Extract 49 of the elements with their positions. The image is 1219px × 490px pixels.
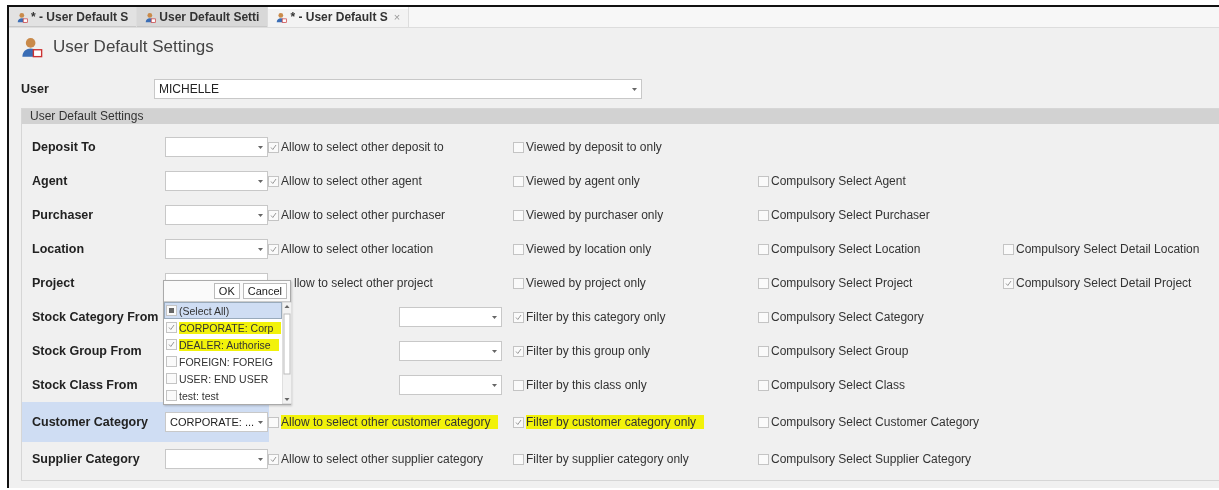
list-item[interactable]: test: test: [164, 387, 283, 404]
checkbox[interactable]: Compulsory Select Supplier Category: [758, 452, 972, 466]
checkbox[interactable]: Compulsory Select Group: [758, 344, 909, 358]
checkbox[interactable]: Compulsory Select Agent: [758, 174, 906, 188]
checkbox[interactable]: Compulsory Select Purchaser: [758, 208, 930, 222]
checkbox[interactable]: Viewed by purchaser only: [513, 208, 664, 222]
checkbox[interactable]: Compulsory Select Category: [758, 310, 924, 324]
field-label: Stock Category From: [32, 310, 160, 324]
field-label: Stock Class From: [32, 378, 139, 392]
checkbox[interactable]: Compulsory Select Class: [758, 378, 906, 392]
checkbox[interactable]: Compulsory Select Location: [758, 242, 921, 256]
list-item[interactable]: (Select All): [164, 302, 283, 319]
document-tab[interactable]: * - User Default S: [9, 7, 138, 27]
checkbox[interactable]: Allow to select other supplier category: [268, 452, 484, 466]
field-label: Supplier Category: [32, 452, 141, 466]
user-combo-box[interactable]: MICHELLE: [154, 79, 642, 99]
page-title: User Default Settings: [53, 37, 214, 57]
field-label: Agent: [32, 174, 69, 188]
combo-box[interactable]: CORPORATE: ...: [165, 412, 268, 432]
checkbox[interactable]: Viewed by location only: [513, 242, 652, 256]
list-item[interactable]: FOREIGN: FOREIG: [164, 353, 283, 370]
checkbox[interactable]: Viewed by agent only: [513, 174, 640, 188]
ok-button[interactable]: OK: [213, 283, 240, 299]
checkbox[interactable]: Allow to select other location: [268, 242, 434, 256]
field-label: Purchaser: [32, 208, 95, 222]
checkbox[interactable]: Filter by this group only: [513, 344, 651, 358]
checkbox[interactable]: Filter by this category only: [513, 310, 666, 324]
cancel-button[interactable]: Cancel: [242, 283, 287, 299]
checkbox[interactable]: Allow to select other agent: [268, 174, 422, 188]
group-title: User Default Settings: [22, 109, 1219, 124]
field-label: Location: [32, 242, 86, 256]
checkbox[interactable]: Filter by this class only: [513, 378, 647, 392]
checkbox[interactable]: Allow to select other purchaser: [268, 208, 446, 222]
list-item[interactable]: USER: END USER: [164, 370, 283, 387]
document-tab[interactable]: * - User Default S ×: [268, 7, 410, 27]
field-label: Stock Group From: [32, 344, 143, 358]
document-tab[interactable]: User Default Setti: [137, 7, 269, 27]
field-label: User: [21, 82, 50, 96]
checkbox[interactable]: Compulsory Select Detail Location: [1003, 242, 1200, 256]
checkbox[interactable]: Viewed by deposit to only: [513, 140, 662, 154]
checkbox[interactable]: Compulsory Select Project: [758, 276, 913, 290]
checkbox[interactable]: Filter by supplier category only: [513, 452, 689, 466]
field-label: Deposit To: [32, 140, 97, 154]
checkbox[interactable]: Allow to select other deposit to: [268, 140, 444, 154]
checkbox[interactable]: Viewed by project only: [513, 276, 646, 290]
field-label: Project: [32, 276, 76, 290]
checkbox[interactable]: Compulsory Select Customer Category: [758, 415, 980, 429]
checkbox[interactable]: Compulsory Select Detail Project: [1003, 276, 1192, 290]
field-label: Customer Category: [32, 415, 149, 429]
